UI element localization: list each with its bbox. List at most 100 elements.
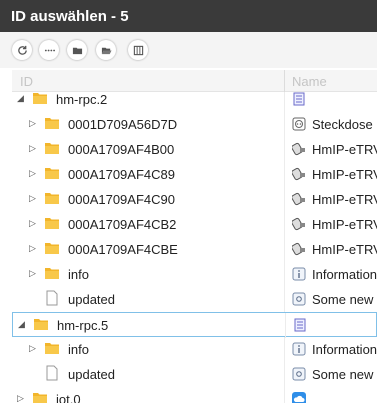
socket-icon [292, 116, 306, 132]
doc-icon [292, 92, 306, 107]
column-divider [284, 112, 285, 137]
object-name: HmIP-eTRV-2 [312, 192, 377, 207]
columns-button[interactable] [128, 40, 148, 60]
dots-button[interactable] [39, 40, 59, 60]
expand-arrow-icon[interactable]: ▷ [29, 343, 36, 354]
tree-row[interactable]: ▷ info Information [12, 337, 377, 362]
tree-row[interactable]: ▷ 0001D709A56D7D Steckdose Ro [12, 112, 377, 137]
doc-icon [293, 317, 307, 333]
folder-icon [32, 391, 48, 403]
refresh-button[interactable] [12, 40, 32, 60]
folder-icon [44, 241, 60, 255]
column-divider [285, 313, 286, 338]
toolbar [0, 32, 377, 68]
folder-icon [44, 266, 60, 280]
object-name: Information [312, 267, 377, 282]
column-divider [284, 387, 285, 403]
tree-row[interactable]: updated Some new de [12, 362, 377, 387]
column-divider [284, 212, 285, 237]
columns-icon [133, 45, 143, 55]
object-id: 000A1709AF4C90 [68, 192, 175, 207]
folder-icon [32, 92, 48, 105]
object-name: Some new de [312, 292, 377, 307]
folder-open-icon [101, 47, 112, 54]
collapse-arrow-icon[interactable]: ◢ [18, 319, 25, 330]
object-name: Some new de [312, 367, 377, 382]
info-icon [292, 266, 306, 282]
expand-arrow-icon[interactable]: ▷ [29, 143, 36, 154]
column-header-id[interactable]: ID [20, 74, 33, 89]
valve-icon [292, 216, 306, 232]
object-name: HmIP-eTRV-2 [312, 242, 377, 257]
tree-row[interactable]: ▷ 000A1709AF4CBE HmIP-eTRV-2 [12, 237, 377, 262]
folder-icon [33, 317, 49, 331]
table-header: ID Name [12, 70, 377, 92]
expand-arrow-icon[interactable]: ▷ [29, 268, 36, 279]
column-divider [284, 92, 285, 112]
object-name: HmIP-eTRV-2 [312, 142, 377, 157]
object-id: updated [68, 367, 115, 382]
expand-arrow-icon[interactable]: ▷ [29, 193, 36, 204]
dots-icon [44, 49, 55, 51]
expand-arrow-icon[interactable]: ▷ [29, 168, 36, 179]
collapse-button[interactable] [67, 40, 87, 60]
column-divider [284, 362, 285, 387]
state-icon [292, 291, 306, 307]
column-header-name[interactable]: Name [292, 74, 327, 89]
info-icon [292, 341, 306, 357]
tree-row[interactable]: ◢ hm-rpc.5 [12, 312, 377, 338]
file-icon [46, 365, 58, 381]
tree-row[interactable]: updated Some new de [12, 287, 377, 312]
object-name: Steckdose Ro [312, 117, 377, 132]
expand-arrow-icon[interactable]: ▷ [29, 243, 36, 254]
object-name: Information [312, 342, 377, 357]
object-name: HmIP-eTRV-2 [312, 217, 377, 232]
object-id: info [68, 267, 89, 282]
state-icon [292, 366, 306, 382]
valve-icon [292, 241, 306, 257]
tree-row[interactable]: ▷ 000A1709AF4C89 HmIP-eTRV-2 [12, 162, 377, 187]
object-id: iot.0 [56, 392, 81, 403]
object-id: info [68, 342, 89, 357]
column-divider [284, 337, 285, 362]
folder-icon [72, 47, 82, 54]
object-id: 000A1709AF4CB2 [68, 217, 177, 232]
folder-icon [44, 216, 60, 230]
column-divider[interactable] [284, 70, 285, 92]
tree-row[interactable]: ▷ 000A1709AF4B00 HmIP-eTRV-2 [12, 137, 377, 162]
cloud-icon [292, 391, 306, 403]
expand-arrow-icon[interactable]: ▷ [17, 393, 24, 403]
expand-arrow-icon[interactable]: ▷ [29, 218, 36, 229]
column-divider [284, 262, 285, 287]
file-icon [46, 290, 58, 306]
column-divider [284, 287, 285, 312]
column-divider [284, 137, 285, 162]
folder-icon [44, 191, 60, 205]
object-name: HmIP-eTRV-2 [312, 167, 377, 182]
object-id: hm-rpc.5 [57, 318, 109, 333]
tree-row[interactable]: ▷ 000A1709AF4CB2 HmIP-eTRV-2 [12, 212, 377, 237]
expand-button[interactable] [96, 40, 116, 60]
valve-icon [292, 166, 306, 182]
collapse-arrow-icon[interactable]: ◢ [17, 93, 24, 104]
tree-row[interactable]: ▷ iot.0 [12, 387, 377, 403]
folder-icon [44, 341, 60, 355]
tree-row[interactable]: ▷ 000A1709AF4C90 HmIP-eTRV-2 [12, 187, 377, 212]
valve-icon [292, 141, 306, 157]
object-id: 0001D709A56D7D [68, 117, 178, 132]
object-id: 000A1709AF4CBE [68, 242, 178, 257]
expand-arrow-icon[interactable]: ▷ [29, 118, 36, 129]
valve-icon [292, 191, 306, 207]
refresh-icon [17, 45, 27, 55]
column-divider [284, 237, 285, 262]
folder-icon [44, 166, 60, 180]
folder-icon [44, 116, 60, 130]
object-id: updated [68, 292, 115, 307]
object-tree[interactable]: ◢ hm-rpc.2 ▷ 0001D709A56D7D Steckdose Ro ▷ 000… [12, 92, 377, 403]
object-id: 000A1709AF4B00 [68, 142, 175, 157]
column-divider [284, 162, 285, 187]
dialog-title: ID auswählen - 5 [0, 0, 377, 32]
tree-row[interactable]: ◢ hm-rpc.2 [12, 92, 377, 112]
tree-row[interactable]: ▷ info Information [12, 262, 377, 287]
folder-icon [44, 141, 60, 155]
